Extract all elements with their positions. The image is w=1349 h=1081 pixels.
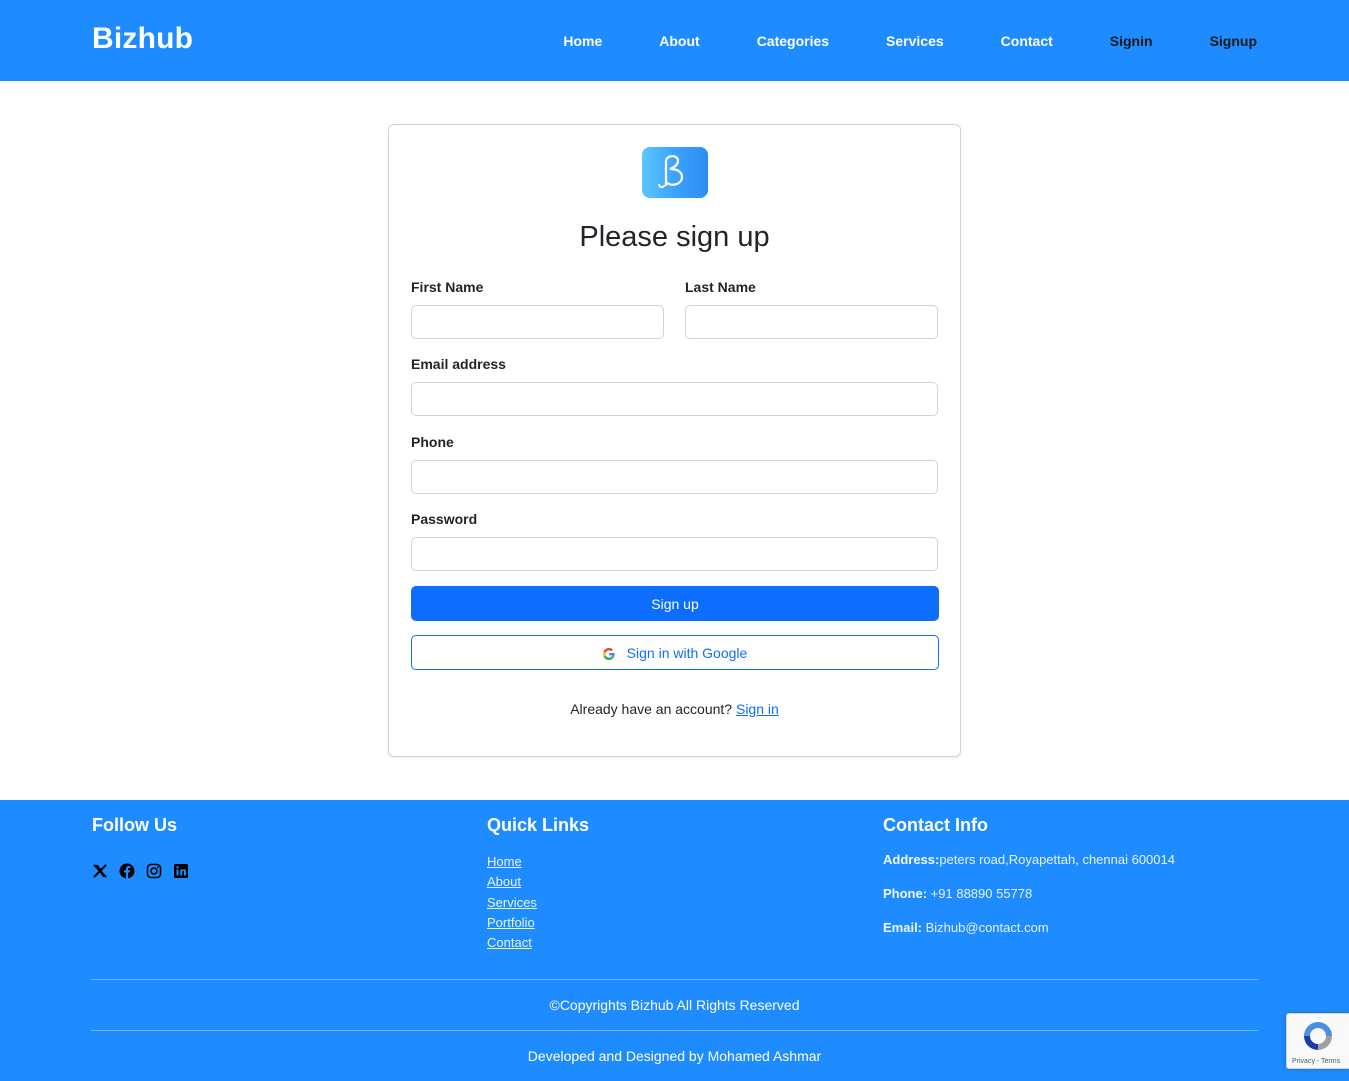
contact-address: Address:peters road,Royapettah, chennai … xyxy=(883,852,1175,868)
nav-signin[interactable]: Signin xyxy=(1110,31,1153,51)
recaptcha-text[interactable]: Privacy - Terms xyxy=(1292,1058,1340,1065)
nav-signup[interactable]: Signup xyxy=(1210,31,1257,51)
contact-info-heading: Contact Info xyxy=(883,815,988,835)
copyright-text: ©Copyrights Bizhub All Rights Reserved xyxy=(549,997,800,1013)
google-button-label: Sign in with Google xyxy=(626,644,748,661)
phone-value: +91 88890 55778 xyxy=(927,886,1033,901)
nav-services[interactable]: Services xyxy=(886,31,944,51)
bizhub-logo-icon xyxy=(642,147,708,198)
follow-us-heading: Follow Us xyxy=(92,815,177,835)
footer-link-contact[interactable]: Contact xyxy=(487,933,537,953)
signup-button[interactable]: Sign up xyxy=(411,586,939,621)
phone-label: Phone xyxy=(411,434,454,450)
developer-credit: Developed and Designed by Mohamed Ashmar xyxy=(527,1048,822,1064)
address-value: peters road,Royapettah, chennai 600014 xyxy=(939,852,1175,867)
instagram-icon[interactable] xyxy=(146,863,162,879)
quick-links: Home About Services Portfolio Contact xyxy=(487,852,537,953)
footer-link-home[interactable]: Home xyxy=(487,852,537,872)
first-name-label: First Name xyxy=(411,279,484,295)
facebook-icon[interactable] xyxy=(119,863,135,879)
email-label: Email address xyxy=(411,356,506,372)
phone-field[interactable] xyxy=(411,460,938,494)
nav-about[interactable]: About xyxy=(659,31,699,51)
footer-divider xyxy=(91,979,1258,980)
linkedin-icon[interactable] xyxy=(173,863,189,879)
brand-logo[interactable]: Bizhub xyxy=(92,22,193,56)
email-label-footer: Email: xyxy=(883,920,923,935)
last-name-field[interactable] xyxy=(685,305,938,339)
first-name-field[interactable] xyxy=(411,305,664,339)
signin-prompt: Already have an account? Sign in xyxy=(389,701,960,717)
email-field[interactable] xyxy=(411,382,938,416)
already-text: Already have an account? xyxy=(570,701,736,717)
phone-label: Phone: xyxy=(883,886,928,901)
nav-menu: Home About Categories Services Contact S… xyxy=(506,31,1257,51)
password-field[interactable] xyxy=(411,537,938,571)
signup-card: Please sign up First Name Last Name Emai… xyxy=(388,124,961,757)
social-icons xyxy=(92,863,189,879)
nav-home[interactable]: Home xyxy=(563,31,602,51)
address-label: Address: xyxy=(883,852,940,867)
footer-link-about[interactable]: About xyxy=(487,872,537,892)
navbar: Bizhub Home About Categories Services Co… xyxy=(0,0,1349,81)
email-value: Bizhub@contact.com xyxy=(922,920,1049,935)
contact-phone: Phone: +91 88890 55778 xyxy=(883,886,1175,902)
x-icon[interactable] xyxy=(92,863,108,879)
signin-link[interactable]: Sign in xyxy=(736,701,779,717)
recaptcha-badge[interactable]: Privacy - Terms xyxy=(1286,1013,1349,1069)
last-name-label: Last Name xyxy=(685,279,756,295)
nav-contact[interactable]: Contact xyxy=(1001,31,1053,51)
google-signin-button[interactable]: Sign in with Google xyxy=(411,635,939,670)
quick-links-heading: Quick Links xyxy=(487,815,590,835)
password-label: Password xyxy=(411,511,478,527)
nav-categories[interactable]: Categories xyxy=(757,31,829,51)
footer-divider xyxy=(91,1030,1258,1031)
footer-link-services[interactable]: Services xyxy=(487,893,537,913)
footer-link-portfolio[interactable]: Portfolio xyxy=(487,913,537,933)
page-title: Please sign up xyxy=(579,221,770,253)
google-icon xyxy=(602,647,615,660)
contact-email: Email: Bizhub@contact.com xyxy=(883,920,1175,936)
contact-info: Address:peters road,Royapettah, chennai … xyxy=(883,852,1175,954)
footer: Follow Us Quick Links Home About Service… xyxy=(0,800,1349,1081)
recaptcha-icon xyxy=(1301,1019,1335,1058)
